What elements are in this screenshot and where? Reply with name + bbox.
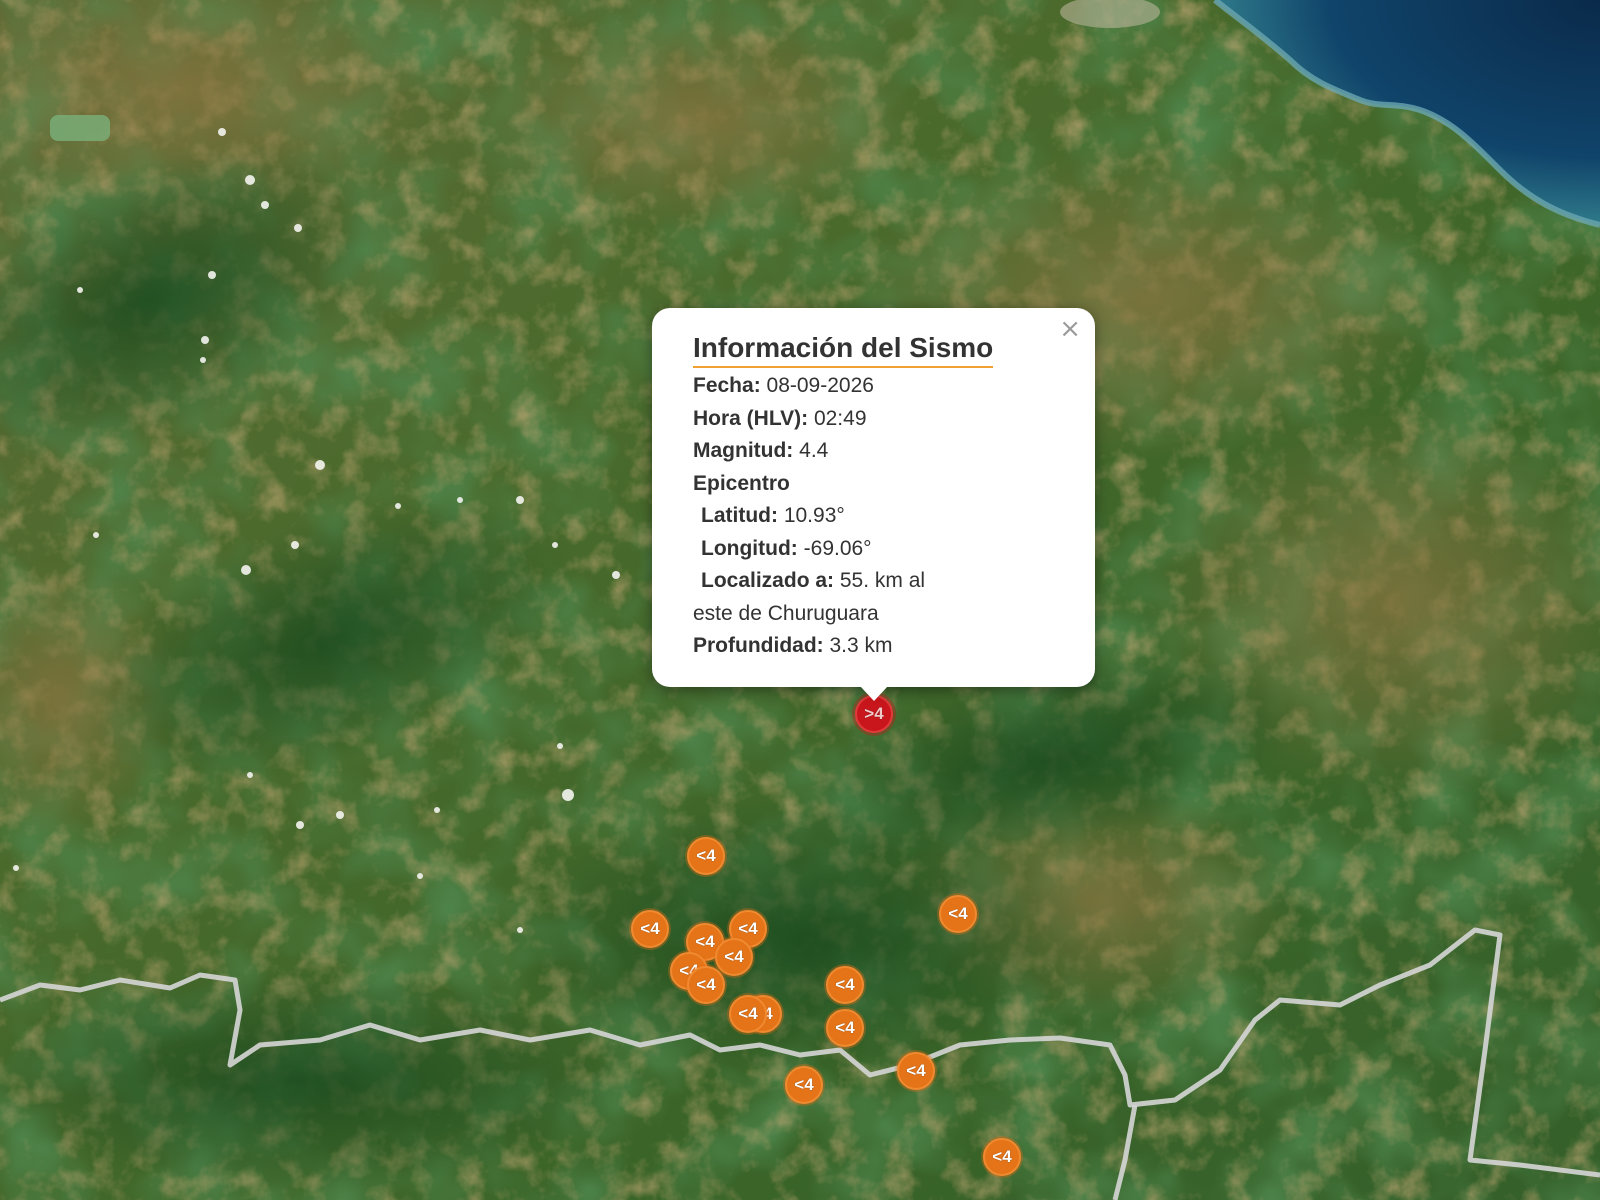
- fecha-label: Fecha:: [693, 374, 761, 397]
- hora-label: Hora (HLV):: [693, 406, 809, 430]
- latitud-value: 10.93°: [783, 504, 845, 527]
- longitud-row: Longitud: -69.06°: [693, 533, 1065, 566]
- localizado-continuation: este de Churuguara: [693, 601, 879, 625]
- quake-marker-small[interactable]: <4: [983, 1138, 1021, 1176]
- profundidad-row: Profundidad: 3.3 km: [693, 630, 1065, 663]
- magnitud-row: Magnitud: 4.4: [693, 435, 1065, 468]
- longitud-value: -69.06°: [803, 536, 872, 560]
- quake-marker-small[interactable]: <4: [729, 995, 767, 1033]
- popup-pointer: [859, 686, 888, 701]
- longitud-label: Longitud:: [701, 536, 798, 560]
- magnitud-value: 4.4: [799, 439, 829, 462]
- localizado-row: Localizado a: 55. km al: [693, 565, 1065, 598]
- quake-marker-small[interactable]: <4: [826, 966, 864, 1004]
- quake-marker-small[interactable]: <4: [715, 938, 753, 976]
- magnitud-label: Magnitud:: [693, 439, 794, 462]
- fecha-value: 08-09-2026: [766, 374, 874, 397]
- fecha-row: Fecha: 08-09-2026: [693, 370, 1065, 403]
- hora-row: Hora (HLV): 02:49: [693, 403, 1065, 436]
- quake-marker-small[interactable]: <4: [939, 895, 977, 933]
- localizado-value: 55. km al: [839, 569, 926, 592]
- profundidad-label: Profundidad:: [693, 634, 824, 657]
- profundidad-value: 3.3 km: [829, 634, 893, 657]
- quake-marker-small[interactable]: <4: [631, 910, 669, 948]
- latitud-row: Latitud: 10.93°: [693, 500, 1065, 533]
- quake-marker-small[interactable]: <4: [687, 966, 725, 1004]
- quake-marker-small[interactable]: <4: [785, 1066, 823, 1104]
- popup-content: Información del Sismo Fecha: 08-09-2026 …: [693, 330, 1065, 663]
- satellite-map[interactable]: <4 <4 <4 <4 <4 <4 <4 <4 <4 <4 <4 <4 <4 <…: [0, 0, 1600, 1200]
- quake-marker-small[interactable]: <4: [826, 1009, 864, 1047]
- hora-value: 02:49: [813, 406, 867, 430]
- epicentro-label: Epicentro: [693, 471, 790, 495]
- quake-marker-small[interactable]: <4: [687, 837, 725, 875]
- latitud-label: Latitud:: [701, 504, 778, 527]
- popup-title: Información del Sismo: [693, 330, 994, 368]
- earthquake-info-popup: × Información del Sismo Fecha: 08-09-202…: [652, 308, 1095, 701]
- localizado-label: Localizado a:: [701, 569, 835, 592]
- quake-marker-small[interactable]: <4: [897, 1052, 935, 1090]
